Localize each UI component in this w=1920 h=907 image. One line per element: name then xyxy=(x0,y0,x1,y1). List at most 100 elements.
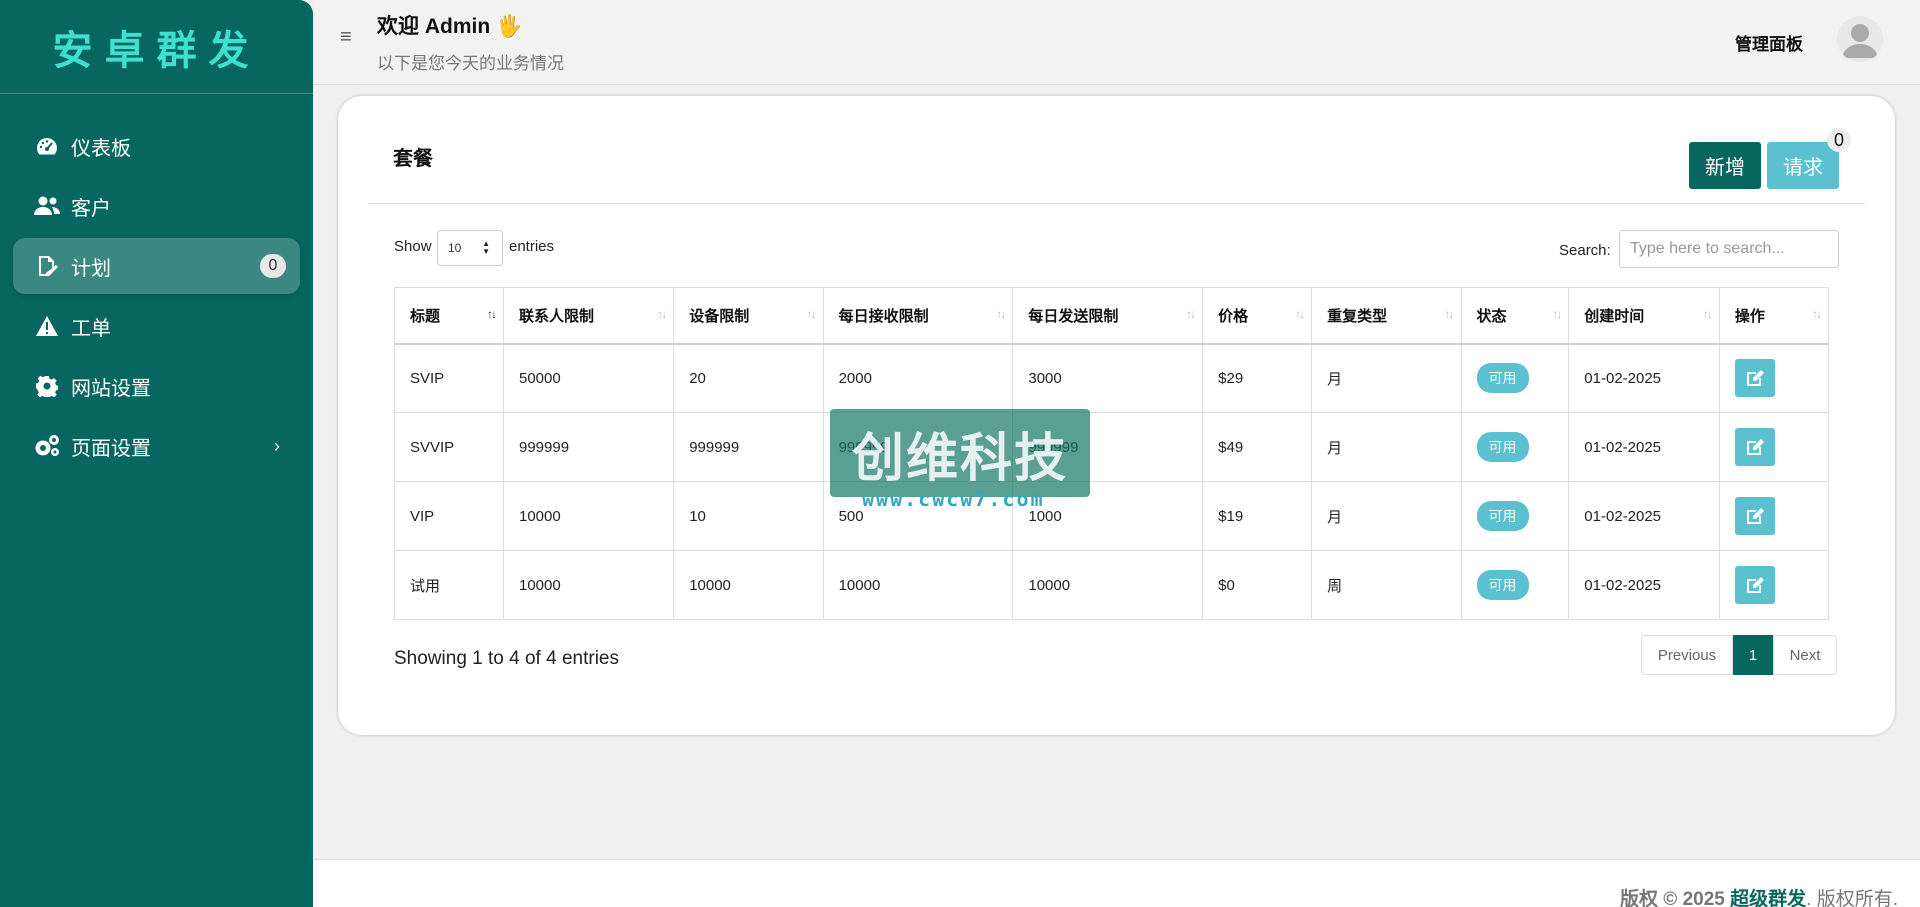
brand-logo[interactable]: 安卓群发 xyxy=(0,0,313,94)
sidebar-item-label: 仪表板 xyxy=(71,137,131,160)
table-cell: 10000 xyxy=(502,550,675,620)
table-cell: 999999 xyxy=(502,412,675,482)
admin-panel-link[interactable]: 管理面板 xyxy=(1735,30,1803,55)
sort-icon: ↑↓ xyxy=(1444,307,1455,321)
sort-icon: ↑↓ xyxy=(1702,307,1713,321)
page-length-select[interactable]: 10 ▲ ▼ xyxy=(437,230,503,266)
column-header[interactable]: 状态 ↑↓ xyxy=(1460,287,1570,345)
requests-button[interactable]: 请求 xyxy=(1767,142,1839,189)
table-cell: 50000 xyxy=(502,343,675,413)
column-header-label: 联系人限制 xyxy=(518,307,594,325)
table-cell: 999999 xyxy=(673,412,824,482)
sort-icon: ↑↓ xyxy=(1186,307,1196,321)
column-header[interactable]: 每日发送限制 ↑↓ xyxy=(1012,287,1204,345)
status-cell: 可用 xyxy=(1460,481,1570,551)
copyright: 版权 © 2025 超级群发. 版权所有. xyxy=(1620,884,1898,907)
column-header-label: 创建时间 xyxy=(1584,307,1645,325)
table-cell: VIP xyxy=(394,481,504,551)
welcome-subtitle: 以下是您今天的业务情况 xyxy=(377,54,564,73)
edit-icon xyxy=(1746,439,1764,455)
table-cell: 10000 xyxy=(822,550,1014,620)
sidebar-item-label: 客户 xyxy=(71,197,111,220)
sidebar-item-label: 计划 xyxy=(71,257,111,280)
sidebar-item-page-settings[interactable]: 页面设置 › xyxy=(13,418,300,474)
table-cell: 月 xyxy=(1311,343,1462,413)
column-header[interactable]: 标题 ↑↓ xyxy=(394,287,504,345)
sidebar-item-tickets[interactable]: 工单 xyxy=(13,298,300,354)
entries-label: entries xyxy=(509,238,555,255)
column-header-label: 每日发送限制 xyxy=(1028,307,1119,325)
table-cell: 10 xyxy=(673,481,824,551)
sort-icon: ↑↓ xyxy=(806,307,817,321)
edit-icon xyxy=(1746,508,1764,524)
edit-button[interactable] xyxy=(1734,566,1775,604)
edit-button[interactable] xyxy=(1734,497,1775,535)
footer-brand-link[interactable]: 超级群发 xyxy=(1730,889,1806,907)
edit-icon xyxy=(1746,370,1764,387)
column-header[interactable]: 价格 ↑↓ xyxy=(1202,287,1313,345)
table-cell: 3000 xyxy=(1012,343,1204,413)
table-cell: $0 xyxy=(1202,550,1313,620)
table-row: VIP 10000 10 500 1000 $19 月 可用 01-02-202… xyxy=(394,481,1830,551)
status-badge: 可用 xyxy=(1476,501,1529,531)
column-header[interactable]: 联系人限制 ↑↓ xyxy=(502,287,675,345)
sidebar-nav: 仪表板 客户 计划 0 工单 网站设置 页面设置 › xyxy=(0,94,313,474)
sidebar-item-dashboard[interactable]: 仪表板 xyxy=(13,118,300,174)
pagination: Previous 1 Next xyxy=(1641,635,1837,675)
sort-icon: ↑↓ xyxy=(996,307,1006,321)
table-cell: 周 xyxy=(1311,550,1462,620)
column-header[interactable]: 每日接收限制 ↑↓ xyxy=(822,287,1014,345)
chevron-right-icon: › xyxy=(274,435,280,456)
welcome-title: 欢迎 Admin 🖐 xyxy=(377,15,523,38)
table-cell: 月 xyxy=(1311,481,1462,551)
previous-page-button[interactable]: Previous xyxy=(1641,635,1733,675)
avatar[interactable] xyxy=(1837,16,1883,62)
sidebar: 安卓群发 仪表板 客户 计划 0 工单 网站设置 页面设置 › xyxy=(0,0,313,907)
sort-icon: ↑↓ xyxy=(657,307,667,321)
menu-toggle-icon[interactable]: ≡ xyxy=(340,26,352,49)
card-title: 套餐 xyxy=(393,148,433,170)
search-input[interactable] xyxy=(1619,230,1839,268)
sidebar-item-label: 工单 xyxy=(71,317,111,340)
edit-icon xyxy=(1746,577,1764,593)
edit-button[interactable] xyxy=(1734,428,1775,466)
plans-count-badge: 0 xyxy=(260,254,286,278)
next-page-button[interactable]: Next xyxy=(1773,635,1837,675)
edit-button[interactable] xyxy=(1734,359,1775,398)
action-cell xyxy=(1718,550,1830,620)
table-cell: SVVIP xyxy=(394,412,504,482)
table-cell: 试用 xyxy=(394,550,504,620)
column-header-label: 标题 xyxy=(410,307,441,325)
column-header[interactable]: 重复类型 ↑↓ xyxy=(1311,287,1462,345)
top-header: ≡ 欢迎 Admin 🖐 以下是您今天的业务情况 管理面板 xyxy=(313,0,1920,85)
table-cell: $19 xyxy=(1202,481,1313,551)
current-page-button[interactable]: 1 xyxy=(1733,635,1773,675)
sidebar-item-site-settings[interactable]: 网站设置 xyxy=(13,358,300,414)
dashboard-icon xyxy=(33,134,61,158)
status-cell: 可用 xyxy=(1460,343,1570,413)
sidebar-item-plans[interactable]: 计划 0 xyxy=(13,238,300,294)
column-header[interactable]: 设备限制 ↑↓ xyxy=(673,287,824,345)
add-plan-button[interactable]: 新增 xyxy=(1689,142,1761,189)
watermark-text: 创维科技 xyxy=(851,428,1068,489)
column-header-label: 每日接收限制 xyxy=(838,307,929,325)
status-badge: 可用 xyxy=(1476,570,1529,600)
sort-icon: ↑↓ xyxy=(1552,307,1562,321)
search-label: Search: xyxy=(1559,242,1611,259)
table-cell: 01-02-2025 xyxy=(1568,343,1720,413)
table-cell: SVIP xyxy=(394,343,504,413)
sidebar-item-customers[interactable]: 客户 xyxy=(13,178,300,234)
column-header-label: 重复类型 xyxy=(1327,307,1388,325)
table-header-row: 标题 ↑↓ 联系人限制 ↑↓ 设备限制 ↑↓ 每日接收限制 ↑↓ 每日发送限制 ↑↓ 价格… xyxy=(394,287,1830,345)
table-cell: 10000 xyxy=(673,550,824,620)
warning-icon xyxy=(33,314,61,338)
page-length-value: 10 xyxy=(448,241,462,255)
brand-text: 安卓群发 xyxy=(52,27,261,74)
column-header[interactable]: 操作 ↑↓ xyxy=(1718,287,1830,345)
column-header[interactable]: 创建时间 ↑↓ xyxy=(1568,287,1720,345)
plans-card: 套餐 新增 请求 0 Show 10 ▲▼ entries Search: 标题… xyxy=(338,96,1895,735)
column-header-label: 设备限制 xyxy=(689,307,750,325)
table-cell: $29 xyxy=(1202,343,1313,413)
table-info: Showing 1 to 4 of 4 entries xyxy=(394,648,619,669)
status-badge: 可用 xyxy=(1476,363,1529,394)
